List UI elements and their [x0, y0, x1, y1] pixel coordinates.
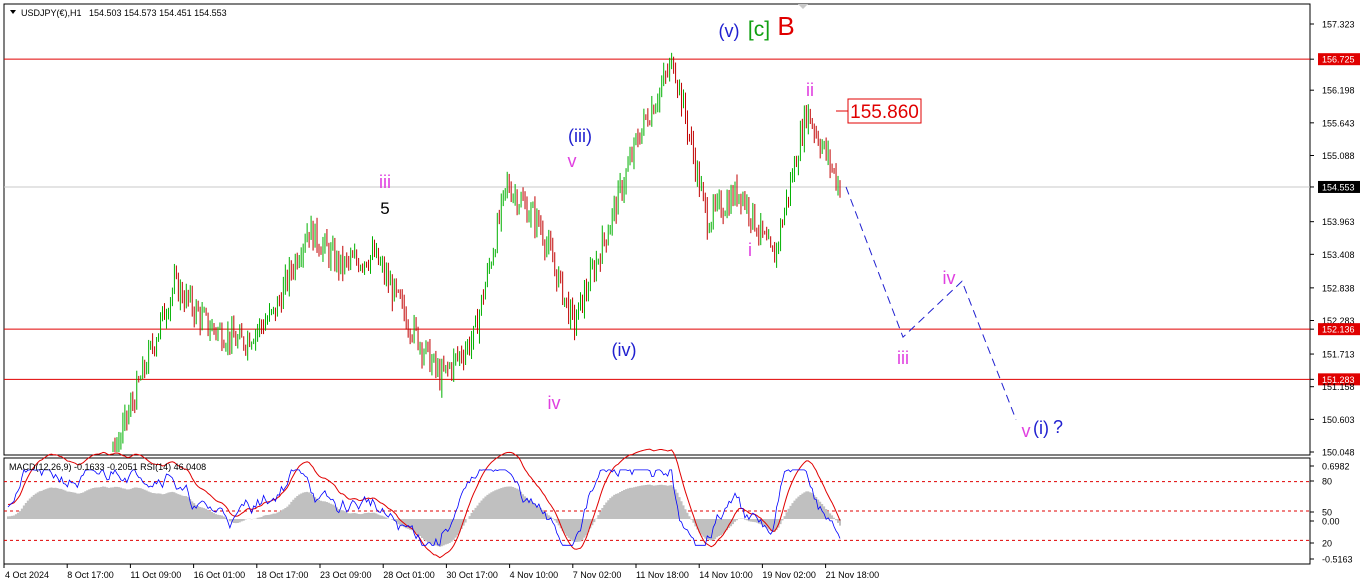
wave-label: iii — [897, 348, 909, 368]
indicator-tick-label: 20 — [1322, 539, 1332, 549]
price-tick-label: 151.713 — [1322, 350, 1355, 360]
price-tick-label: 156.198 — [1322, 86, 1355, 96]
price-tick-label: 152.838 — [1322, 283, 1355, 293]
wave-label: iii — [379, 172, 391, 192]
indicator-tick-label: 80 — [1322, 477, 1332, 487]
indicator-tick-label: 0.00 — [1322, 517, 1340, 527]
price-box-text: 155.860 — [850, 102, 919, 123]
time-tick-label: 19 Nov 02:00 — [762, 570, 816, 580]
wave-label: v — [1022, 421, 1031, 441]
price-tick-label: 157.323 — [1322, 20, 1355, 30]
time-tick-label: 4 Oct 2024 — [5, 570, 49, 580]
wave-label: ? — [1053, 417, 1063, 437]
price-tag-label: 156.725 — [1322, 55, 1355, 65]
time-tick-label: 30 Oct 17:00 — [446, 570, 498, 580]
wave-label: i — [748, 240, 752, 260]
price-tick-label: 153.963 — [1322, 217, 1355, 227]
wave-label: B — [777, 11, 794, 41]
wave-label: (i) — [1033, 418, 1049, 438]
chart-svg: USDJPY(€),H1 154.503 154.573 154.451 154… — [3, 3, 1360, 580]
price-tick-label: 153.408 — [1322, 250, 1355, 260]
price-tag-label: 154.553 — [1322, 182, 1355, 192]
time-tick-label: 11 Nov 18:00 — [636, 570, 689, 580]
indicator-axis: 0.698280500.0020-0.5163 — [1310, 462, 1353, 565]
indicator-tick-label: -0.5163 — [1322, 555, 1353, 565]
price-tick-label: 150.048 — [1322, 448, 1355, 458]
price-tick-label: 150.603 — [1322, 415, 1355, 425]
price-tick-label: 151.158 — [1322, 382, 1355, 392]
wave-label: ii — [806, 80, 814, 100]
wave-label: (iv) — [612, 340, 637, 360]
time-tick-label: 16 Oct 01:00 — [194, 570, 246, 580]
time-tick-label: 8 Oct 17:00 — [67, 570, 114, 580]
time-tick-label: 23 Oct 09:00 — [320, 570, 372, 580]
time-tick-label: 4 Nov 10:00 — [510, 570, 559, 580]
main-price-panel — [3, 3, 1311, 456]
indicator-header: MACD(12,26,9) -0.1633 -0.2051 RSI(14) 46… — [9, 462, 206, 472]
wave-label: (v) — [719, 21, 740, 41]
time-tick-label: 7 Nov 02:00 — [573, 570, 622, 580]
wave-label: 5 — [380, 199, 389, 218]
time-tick-label: 14 Nov 10:00 — [699, 570, 753, 580]
price-axis: 157.323 156.725 156.198 155.643 155.088 154.5… — [1310, 20, 1360, 458]
price-tag-label: 152.136 — [1322, 325, 1355, 335]
wave-label: v — [568, 151, 577, 171]
wave-label: [c] — [748, 18, 770, 41]
time-axis: 4 Oct 2024 8 Oct 17:00 11 Oct 09:00 16 Oct … — [3, 564, 880, 580]
ohlc-readout: 154.503 154.573 154.451 154.553 — [89, 8, 227, 18]
time-tick-label: 11 Oct 09:00 — [130, 570, 181, 580]
wave-label: iv — [548, 393, 561, 413]
wave-label: iv — [943, 268, 956, 288]
time-tick-label: 28 Oct 01:00 — [383, 570, 435, 580]
price-tick-label: 155.643 — [1322, 118, 1355, 128]
symbol-label: USDJPY(€),H1 — [21, 8, 82, 18]
wave-label: (iii) — [568, 126, 592, 146]
time-tick-label: 21 Nov 18:00 — [826, 570, 880, 580]
indicator-tick-label: 0.6982 — [1322, 462, 1350, 472]
time-tick-label: 18 Oct 17:00 — [257, 570, 309, 580]
price-tick-label: 155.088 — [1322, 151, 1355, 161]
